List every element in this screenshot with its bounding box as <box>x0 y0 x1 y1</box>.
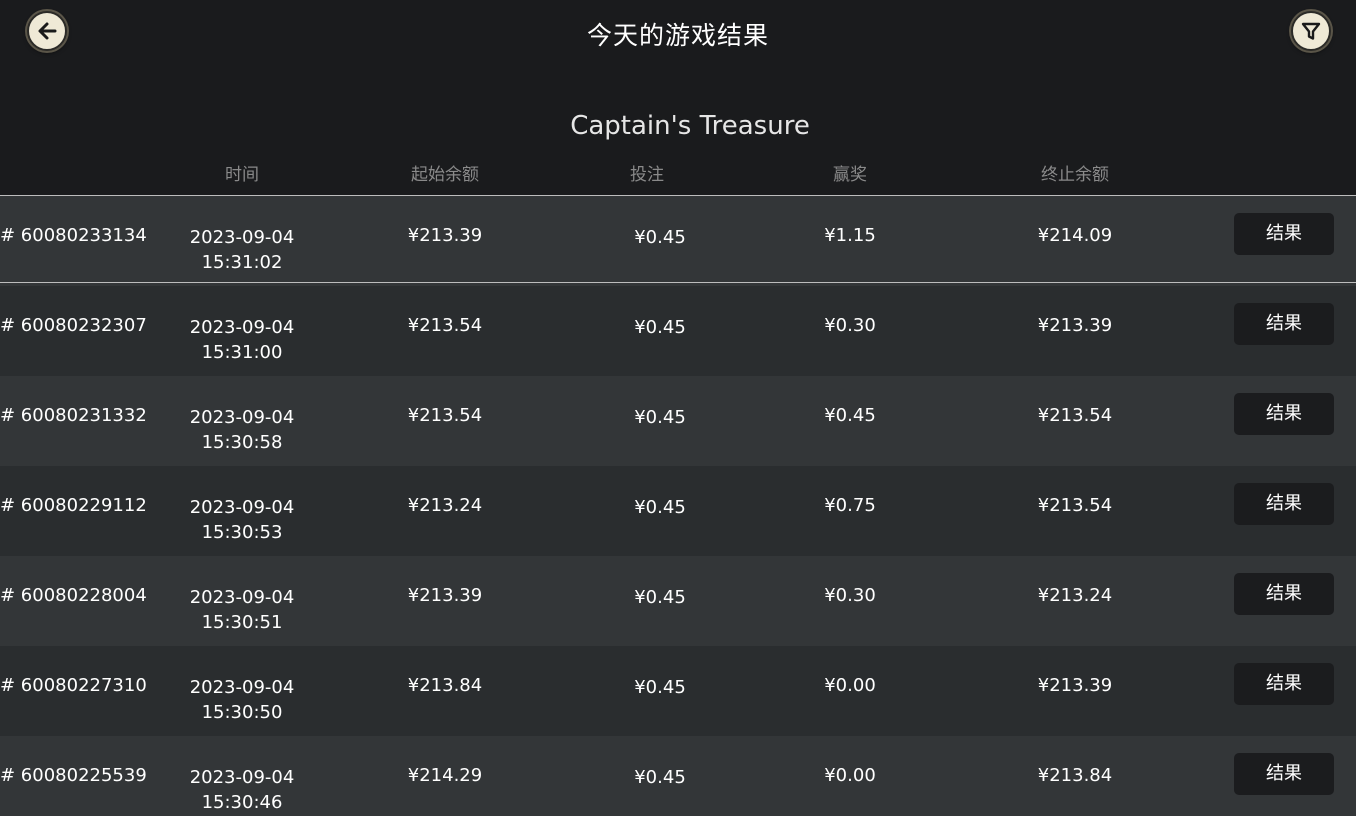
round-datetime: 2023-09-04 15:30:51 <box>142 585 342 635</box>
win-amount: ¥0.00 <box>824 765 876 786</box>
round-time: 15:30:53 <box>201 522 283 543</box>
round-id: # 60080232307 <box>0 315 147 336</box>
table-row: # 60080231332 2023-09-04 15:30:58 ¥213.5… <box>0 376 1356 466</box>
round-date: 2023-09-04 <box>189 317 295 338</box>
round-date: 2023-09-04 <box>189 227 295 248</box>
round-datetime: 2023-09-04 15:30:46 <box>142 765 342 815</box>
table-row: # 60080232307 2023-09-04 15:31:00 ¥213.5… <box>0 286 1356 376</box>
game-name: Captain's Treasure <box>570 111 810 141</box>
column-header-win: 赢奖 <box>833 165 867 185</box>
win-amount: ¥0.00 <box>824 675 876 696</box>
round-id: # 60080225539 <box>0 765 147 786</box>
table-row: # 60080227310 2023-09-04 15:30:50 ¥213.8… <box>0 646 1356 736</box>
start-balance: ¥214.29 <box>407 765 483 786</box>
round-id: # 60080231332 <box>0 405 147 426</box>
round-time: 15:30:58 <box>201 432 283 453</box>
table-row: # 60080228004 2023-09-04 15:30:51 ¥213.3… <box>0 556 1356 646</box>
end-balance: ¥213.54 <box>1037 495 1113 516</box>
round-date: 2023-09-04 <box>189 767 295 788</box>
filter-funnel-icon <box>1301 22 1321 40</box>
win-amount: ¥0.30 <box>824 315 876 336</box>
win-amount: ¥0.75 <box>824 495 876 516</box>
result-button[interactable]: 结果 <box>1234 573 1334 615</box>
result-button[interactable]: 结果 <box>1234 303 1334 345</box>
end-balance: ¥214.09 <box>1037 225 1113 246</box>
bet-amount: ¥0.45 <box>634 227 686 248</box>
bet-amount: ¥0.45 <box>634 587 686 608</box>
top-bar: 今天的游戏结果 <box>0 0 1356 70</box>
start-balance: ¥213.24 <box>407 495 483 516</box>
round-id: # 60080227310 <box>0 675 147 696</box>
column-header-start-balance: 起始余额 <box>411 165 479 185</box>
round-time: 15:30:50 <box>201 702 283 723</box>
result-button[interactable]: 结果 <box>1234 483 1334 525</box>
round-date: 2023-09-04 <box>189 587 295 608</box>
table-row: # 60080229112 2023-09-04 15:30:53 ¥213.2… <box>0 466 1356 556</box>
end-balance: ¥213.39 <box>1037 675 1113 696</box>
round-datetime: 2023-09-04 15:31:02 <box>142 225 342 275</box>
round-date: 2023-09-04 <box>189 677 295 698</box>
start-balance: ¥213.54 <box>407 315 483 336</box>
result-button[interactable]: 结果 <box>1234 753 1334 795</box>
win-amount: ¥1.15 <box>824 225 876 246</box>
column-header-bet: 投注 <box>630 165 664 185</box>
end-balance: ¥213.24 <box>1037 585 1113 606</box>
column-header-end-balance: 终止余额 <box>1041 165 1109 185</box>
round-time: 15:31:02 <box>201 252 283 273</box>
result-button[interactable]: 结果 <box>1234 663 1334 705</box>
filter-button[interactable] <box>1291 11 1331 51</box>
round-time: 15:31:00 <box>201 342 283 363</box>
start-balance: ¥213.54 <box>407 405 483 426</box>
round-datetime: 2023-09-04 15:30:50 <box>142 675 342 725</box>
round-time: 15:30:46 <box>201 792 283 813</box>
page-title: 今天的游戏结果 <box>586 21 769 50</box>
table-row: # 60080233134 2023-09-04 15:31:02 ¥213.3… <box>0 196 1356 286</box>
round-id: # 60080228004 <box>0 585 147 606</box>
round-date: 2023-09-04 <box>189 407 295 428</box>
start-balance: ¥213.39 <box>407 225 483 246</box>
end-balance: ¥213.54 <box>1037 405 1113 426</box>
result-button[interactable]: 结果 <box>1234 213 1334 255</box>
win-amount: ¥0.45 <box>824 405 876 426</box>
round-id: # 60080229112 <box>0 495 147 516</box>
round-datetime: 2023-09-04 15:30:58 <box>142 405 342 455</box>
bet-amount: ¥0.45 <box>634 317 686 338</box>
column-header-time: 时间 <box>225 165 259 185</box>
result-button[interactable]: 结果 <box>1234 393 1334 435</box>
start-balance: ¥213.84 <box>407 675 483 696</box>
round-time: 15:30:51 <box>201 612 283 633</box>
round-datetime: 2023-09-04 15:31:00 <box>142 315 342 365</box>
row-divider <box>0 282 1356 283</box>
table-row: # 60080225539 2023-09-04 15:30:46 ¥214.2… <box>0 736 1356 816</box>
end-balance: ¥213.39 <box>1037 315 1113 336</box>
win-amount: ¥0.30 <box>824 585 876 606</box>
end-balance: ¥213.84 <box>1037 765 1113 786</box>
round-id: # 60080233134 <box>0 225 147 246</box>
game-results-page: 今天的游戏结果 Captain's Treasure 时间 起始余额 投注 赢奖… <box>0 0 1356 816</box>
round-date: 2023-09-04 <box>189 497 295 518</box>
bet-amount: ¥0.45 <box>634 767 686 788</box>
bet-amount: ¥0.45 <box>634 407 686 428</box>
start-balance: ¥213.39 <box>407 585 483 606</box>
bet-amount: ¥0.45 <box>634 497 686 518</box>
bet-amount: ¥0.45 <box>634 677 686 698</box>
round-datetime: 2023-09-04 15:30:53 <box>142 495 342 545</box>
